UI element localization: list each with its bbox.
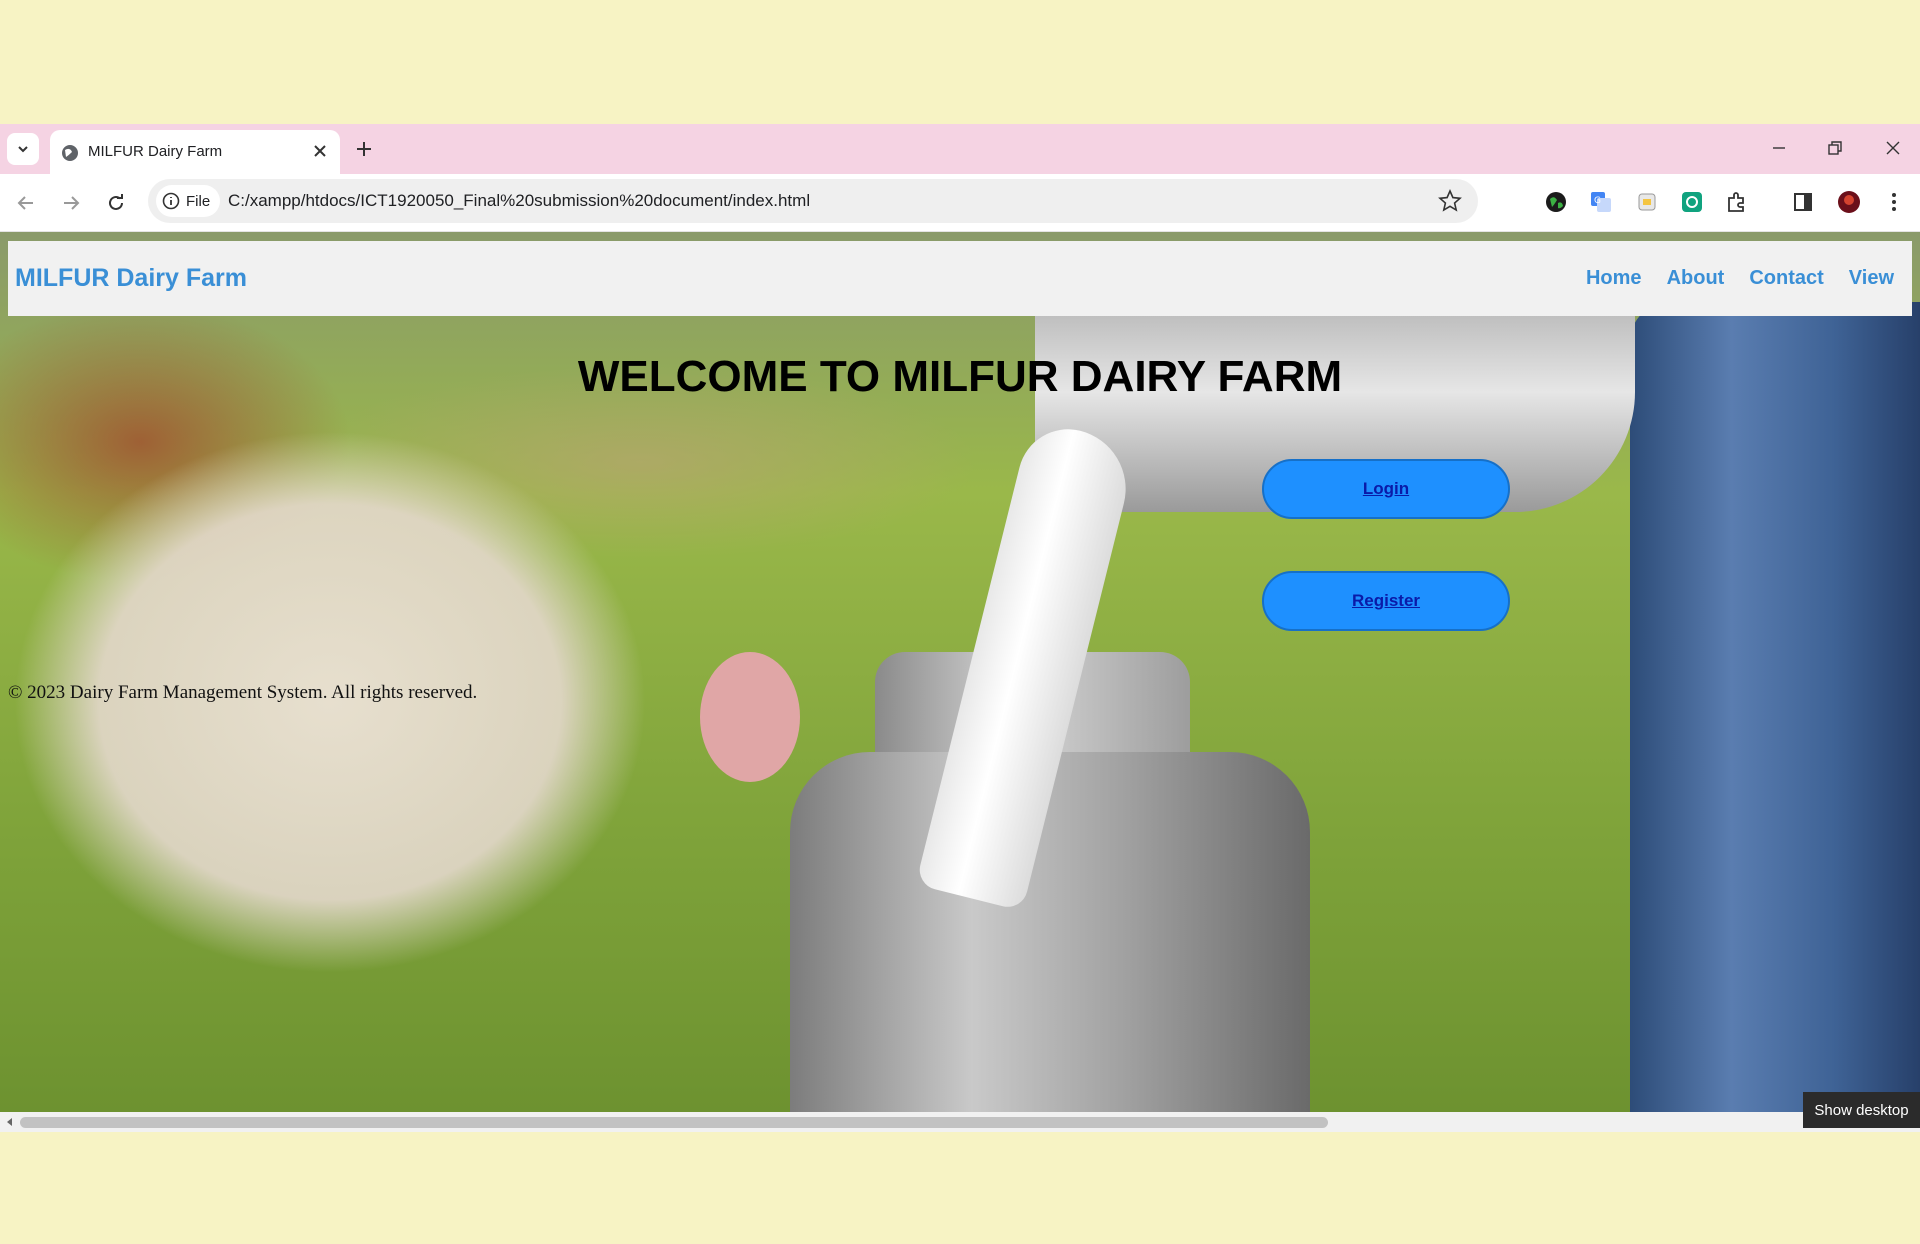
globe-icon [62, 145, 78, 161]
extensions-menu-button[interactable] [1723, 188, 1751, 216]
register-link[interactable]: Register [1352, 591, 1420, 611]
site-nav: Home About Contact View [1586, 267, 1894, 290]
extension-button[interactable] [1542, 188, 1570, 216]
security-chip-label: File [186, 192, 211, 210]
tab-strip: MILFUR Dairy Farm [0, 124, 1920, 174]
close-icon [1886, 141, 1900, 155]
site-header: MILFUR Dairy Farm Home About Contact Vie… [8, 241, 1912, 316]
info-icon [162, 192, 180, 210]
scrollbar-thumb[interactable] [20, 1117, 1328, 1128]
login-button[interactable]: Login [1262, 459, 1510, 519]
side-panel-button[interactable] [1789, 188, 1817, 216]
register-button[interactable]: Register [1262, 571, 1510, 631]
puzzle-icon [1728, 192, 1744, 212]
copyright-footer: © 2023 Dairy Farm Management System. All… [8, 682, 478, 703]
plus-icon [357, 142, 371, 156]
site-info-chip[interactable]: File [156, 185, 221, 217]
extension-button[interactable] [1633, 188, 1661, 216]
forward-button[interactable] [55, 187, 87, 219]
minimize-button[interactable] [1759, 132, 1799, 164]
extension-button[interactable] [1678, 188, 1706, 216]
scroll-left-arrow-icon[interactable] [4, 1116, 16, 1128]
close-window-button[interactable] [1873, 132, 1913, 164]
translate-icon: G [1591, 192, 1611, 212]
star-icon[interactable] [1438, 189, 1462, 213]
nav-view-link[interactable]: View [1849, 267, 1894, 290]
nav-contact-link[interactable]: Contact [1749, 267, 1823, 290]
tab-title: MILFUR Dairy Farm [88, 143, 223, 160]
browser-toolbar: File C:/xampp/htdocs/ICT1920050_Final%20… [0, 174, 1920, 232]
show-desktop-tooltip: Show desktop [1803, 1092, 1920, 1128]
translate-extension-button[interactable]: G [1587, 188, 1615, 216]
background-photo-jeans [1630, 302, 1920, 1112]
forward-icon [64, 196, 80, 210]
restore-icon [1828, 141, 1842, 155]
profile-button[interactable] [1835, 188, 1863, 216]
chatgpt-extension-icon [1682, 192, 1702, 212]
page-viewport: MILFUR Dairy Farm Home About Contact Vie… [0, 232, 1920, 1112]
back-icon [17, 196, 33, 210]
site-brand[interactable]: MILFUR Dairy Farm [15, 264, 247, 293]
chevron-down-icon [18, 146, 28, 153]
tab-search-button[interactable] [7, 133, 39, 165]
browser-window: MILFUR Dairy Farm File C:/xampp/htdocs/I… [0, 124, 1920, 1144]
horizontal-scrollbar[interactable] [0, 1112, 1920, 1132]
profile-avatar-icon [1838, 191, 1860, 213]
minimize-icon [1773, 147, 1785, 149]
browser-menu-button[interactable] [1880, 188, 1908, 216]
login-link[interactable]: Login [1363, 479, 1409, 499]
tab-close-button[interactable] [308, 139, 332, 163]
new-tab-button[interactable] [350, 135, 378, 163]
hero-title: WELCOME TO MILFUR DAIRY FARM [577, 352, 1343, 401]
kebab-menu-icon [1892, 193, 1896, 211]
reload-button[interactable] [100, 187, 132, 219]
url-text[interactable]: C:/xampp/htdocs/ICT1920050_Final%20submi… [228, 191, 810, 211]
back-button[interactable] [10, 187, 42, 219]
earth-extension-icon [1546, 192, 1566, 212]
background-photo-milk-churn [790, 752, 1310, 1112]
svg-text:G: G [1594, 196, 1601, 206]
close-icon [314, 145, 326, 157]
shield-extension-icon [1638, 193, 1656, 211]
address-bar[interactable]: File C:/xampp/htdocs/ICT1920050_Final%20… [148, 179, 1478, 223]
nav-about-link[interactable]: About [1667, 267, 1725, 290]
reload-icon [109, 194, 123, 210]
side-panel-icon [1794, 193, 1812, 211]
nav-home-link[interactable]: Home [1586, 267, 1642, 290]
restore-button[interactable] [1815, 132, 1855, 164]
background-photo-cow-nose [700, 652, 800, 782]
active-tab[interactable]: MILFUR Dairy Farm [50, 130, 340, 174]
